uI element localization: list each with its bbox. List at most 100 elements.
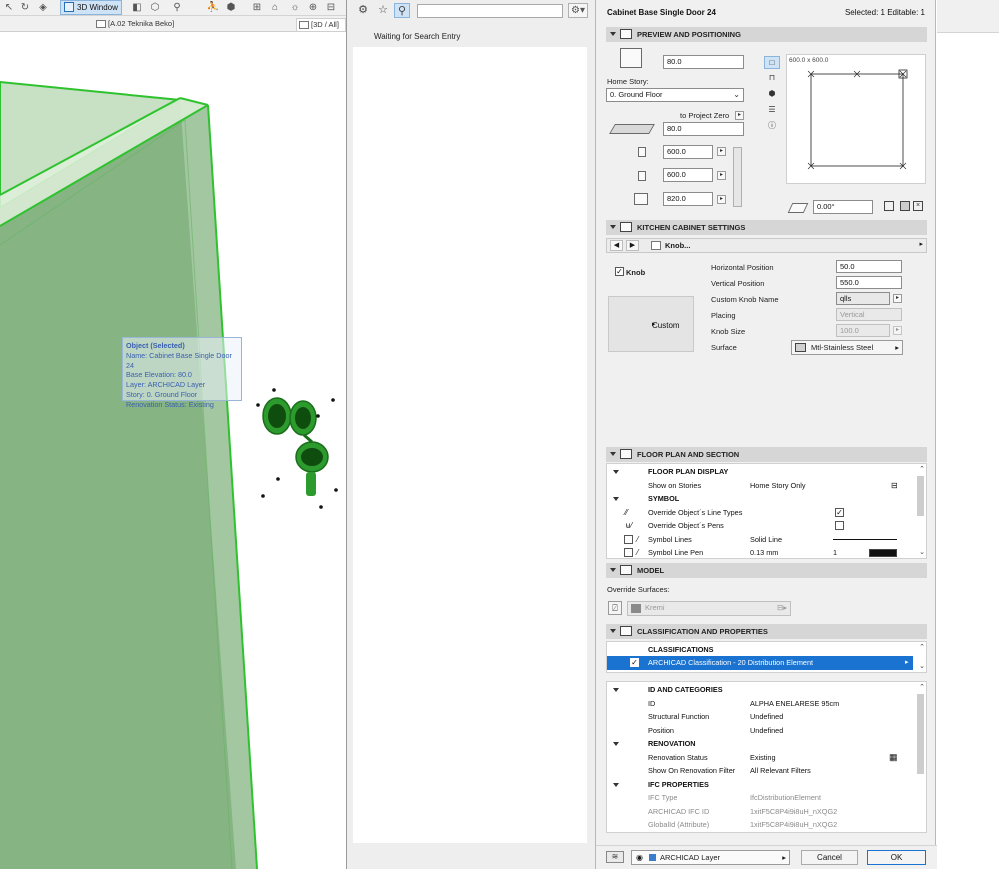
search-icon[interactable]: ⚲	[394, 3, 410, 18]
3d-window-button[interactable]: 3D Window	[60, 0, 122, 15]
knob-size-arrow[interactable]: ▸	[893, 326, 902, 335]
width-input[interactable]: 600.0	[663, 145, 713, 159]
surface-select[interactable]: Mtl-Stainless Steel ▸	[791, 340, 903, 355]
mirror-off-icon[interactable]	[884, 201, 894, 211]
tree-row-classification-selected[interactable]: ✓ ARCHICAD Classification - 20 Distribut…	[607, 656, 913, 670]
tree-group-id-categories[interactable]: ID AND CATEGORIES	[607, 683, 913, 697]
mirror-y-icon[interactable]: ×	[913, 201, 923, 211]
prev-page-button[interactable]: ◀	[610, 240, 623, 251]
settings-gear-icon[interactable]: ⚙▾	[568, 3, 588, 18]
knob-checkbox[interactable]: ✓	[615, 267, 624, 276]
home-story-select[interactable]: 0. Ground Floor ⌄	[606, 88, 744, 102]
box-view-icon[interactable]: ⬡	[148, 1, 162, 14]
cancel-button[interactable]: Cancel	[801, 850, 858, 865]
rotation-input[interactable]: 0.00°	[813, 200, 873, 214]
project-zero-arrow[interactable]: ▸	[735, 111, 744, 120]
tree-row-override-pens[interactable]: ⊍⁄ Override Object´s Pens	[607, 519, 913, 533]
tree-group-renovation[interactable]: RENOVATION	[607, 737, 913, 751]
tree-row-structural-function[interactable]: Structural Function Undefined	[607, 710, 913, 724]
symbol-pen-checkbox[interactable]	[624, 548, 633, 557]
chevron-right-icon[interactable]: ▸	[905, 656, 909, 669]
tab-floor-plan[interactable]: [A.02 Teknika Beko]	[94, 18, 214, 31]
depth-arrow[interactable]: ▸	[717, 171, 726, 180]
next-page-button[interactable]: ▶	[626, 240, 639, 251]
tree-row-symbol-line-pen[interactable]: ⁄ Symbol Line Pen 0.13 mm 1	[607, 546, 913, 558]
floor-plan-tree[interactable]: FLOOR PLAN DISPLAY Show on Stories Home …	[606, 463, 927, 559]
knob-object[interactable]	[262, 397, 329, 496]
depth-input[interactable]: 600.0	[663, 168, 713, 182]
section-model[interactable]: MODEL	[606, 563, 927, 578]
scroll-up-icon[interactable]: ⌃	[919, 683, 925, 691]
renovation-icon[interactable]: ▦	[889, 751, 898, 764]
star-icon[interactable]: ☆	[375, 3, 391, 18]
arrow-icon[interactable]: ↖	[2, 1, 16, 14]
section-classification[interactable]: CLASSIFICATION AND PROPERTIES	[606, 624, 927, 639]
layer-select[interactable]: ◉ ARCHICAD Layer ▸	[631, 850, 790, 865]
override-pens-checkbox[interactable]	[835, 521, 844, 530]
width-arrow[interactable]: ▸	[717, 147, 726, 156]
placing-select[interactable]: Vertical	[836, 308, 902, 321]
height-input[interactable]: 820.0	[663, 192, 713, 206]
tree-row-id[interactable]: ID ALPHA ENELARESE 95cm	[607, 697, 913, 711]
override-surface-select[interactable]: Kremi ⊟▸	[627, 601, 791, 616]
scrollbar[interactable]	[917, 694, 924, 774]
page-menu-icon[interactable]: ▸	[919, 240, 923, 248]
height-arrow[interactable]: ▸	[717, 195, 726, 204]
properties-tree[interactable]: ID AND CATEGORIES ID ALPHA ENELARESE 95cm…	[606, 681, 927, 833]
scroll-down-icon[interactable]: ⌄	[919, 548, 925, 556]
3d-preview-icon[interactable]: ⬢	[764, 88, 780, 101]
horizontal-position-input[interactable]: 50.0	[836, 260, 902, 273]
section-floor-plan[interactable]: FLOOR PLAN AND SECTION	[606, 447, 927, 462]
scroll-up-icon[interactable]: ⌃	[919, 465, 925, 473]
classification-tree[interactable]: CLASSIFICATIONS ✓ ARCHICAD Classificatio…	[606, 641, 927, 673]
pen-swatch[interactable]	[869, 549, 897, 557]
section-icon[interactable]: ⊕	[306, 1, 320, 14]
knob-size-input[interactable]: 100.0	[836, 324, 890, 337]
chain-lock-icon[interactable]	[733, 147, 742, 207]
tree-group-symbol[interactable]: SYMBOL	[607, 492, 913, 506]
tree-row-show-on-stories[interactable]: Show on Stories Home Story Only ⊟	[607, 479, 913, 493]
page-title[interactable]: Knob...	[651, 240, 690, 252]
symbol-lines-checkbox[interactable]	[624, 534, 633, 544]
info-icon[interactable]: ⓘ	[764, 120, 780, 133]
project-zero-input[interactable]: 80.0	[663, 122, 744, 136]
paint-bucket-icon[interactable]: ⍁	[608, 601, 622, 615]
section-kitchen-cabinet[interactable]: KITCHEN CABINET SETTINGS	[606, 220, 927, 235]
mirror-x-icon[interactable]	[900, 201, 910, 211]
elevation-input[interactable]: 80.0	[663, 55, 744, 69]
layer-stack-icon[interactable]: ≋	[606, 851, 624, 863]
3d-window[interactable]: ↖ ↻ ◈ 3D Window ◧ ⬡ ⚲ ⛹ ⬢ ⊞ ⌂ ☼ ⊕ ⊟ [A.0…	[0, 0, 346, 869]
camera-icon[interactable]: ⬢	[224, 1, 238, 14]
search-results-list[interactable]	[353, 47, 587, 843]
walk-icon[interactable]: ⛹	[206, 1, 220, 14]
tree-row-ifc-type[interactable]: IFC Type IfcDistributionElement	[607, 791, 913, 805]
cutaway-icon[interactable]: ⊞	[250, 1, 264, 14]
tree-row-position[interactable]: Position Undefined	[607, 724, 913, 738]
list-preview-icon[interactable]: ☰	[764, 104, 780, 117]
navigation-icon[interactable]: ⚲	[170, 1, 184, 14]
explore-icon[interactable]: ◈	[36, 1, 50, 14]
ok-button[interactable]: OK	[867, 850, 926, 865]
sun-icon[interactable]: ☼	[288, 1, 302, 14]
section-preview-positioning[interactable]: PREVIEW AND POSITIONING	[606, 27, 927, 42]
side-preview-icon[interactable]: ⊓	[764, 72, 780, 85]
tree-row-override-line-types[interactable]: ⁄⁄ Override Object´s Line Types ✓	[607, 506, 913, 520]
override-line-types-checkbox[interactable]: ✓	[835, 507, 844, 517]
filter-icon[interactable]: ⊟	[324, 1, 338, 14]
scrollbar[interactable]	[917, 476, 924, 516]
tree-row-archicad-ifc-id[interactable]: ARCHICAD IFC ID 1xitF5C8P4i9i8uH_nXQG2	[607, 805, 913, 819]
tree-row-renovation-status[interactable]: Renovation Status Existing ▦	[607, 751, 913, 765]
filter-icon[interactable]: ⚙	[355, 3, 371, 18]
scroll-up-icon[interactable]: ⌃	[919, 643, 925, 651]
stories-icon[interactable]: ⊟	[891, 479, 898, 492]
home-icon[interactable]: ⌂	[268, 1, 282, 14]
vertical-position-input[interactable]: 550.0	[836, 276, 902, 289]
custom-knob-name-input[interactable]: qlls	[836, 292, 890, 305]
classification-checkbox[interactable]: ✓	[630, 658, 639, 667]
plan-preview-icon[interactable]: □	[764, 56, 780, 69]
tree-row-symbol-lines[interactable]: ⁄ Symbol Lines Solid Line	[607, 533, 913, 547]
parallel-view-icon[interactable]: ◧	[130, 1, 144, 14]
knob-name-arrow[interactable]: ▸	[893, 294, 902, 303]
tree-group-ifc-properties[interactable]: IFC PROPERTIES	[607, 778, 913, 792]
tree-group-floor-plan-display[interactable]: FLOOR PLAN DISPLAY	[607, 465, 913, 479]
